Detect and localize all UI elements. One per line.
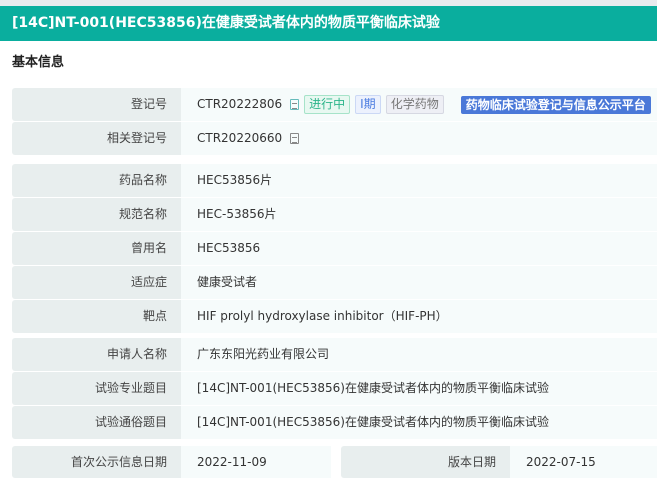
field-label: 规范名称 — [12, 198, 181, 231]
field-value: 2022-07-15 — [510, 446, 657, 478]
table-row: 药品名称 HEC53856片 — [12, 164, 657, 197]
table-row: 规范名称 HEC-53856片 — [12, 198, 657, 231]
field-value: HIF prolyl hydroxylase inhibitor（HIF-PH） — [181, 300, 657, 333]
registration-row: 登记号 CTR20222806 进行中 I期 化学药物 药物临床试验登记与信息公… — [12, 88, 657, 121]
table-row: 适应症 健康受试者 — [12, 266, 657, 299]
applicant-group: 申请人名称 广东东阳光药业有限公司 试验专业题目 [14C]NT-001(HEC53… — [12, 338, 657, 440]
phase-badge: I期 — [355, 95, 381, 114]
field-value: 广东东阳光药业有限公司 — [181, 338, 657, 371]
registration-number: CTR20222806 — [197, 97, 283, 111]
first-publish-date-row: 首次公示信息日期 2022-11-09 — [12, 446, 331, 478]
table-row: 试验专业题目 [14C]NT-001(HEC53856)在健康受试者体内的物质平衡… — [12, 372, 657, 405]
document-icon[interactable] — [290, 133, 300, 144]
document-icon[interactable] — [290, 99, 300, 110]
field-label: 申请人名称 — [12, 338, 181, 371]
version-date-row: 版本日期 2022-07-15 — [341, 446, 657, 478]
field-label: 药品名称 — [12, 164, 181, 197]
section-title: 基本信息 — [12, 55, 65, 70]
field-value: 2022-11-09 — [181, 446, 331, 478]
field-label: 试验专业题目 — [12, 372, 181, 405]
field-value: [14C]NT-001(HEC53856)在健康受试者体内的物质平衡临床试验 — [181, 406, 657, 439]
table-row: 试验通俗题目 [14C]NT-001(HEC53856)在健康受试者体内的物质平衡… — [12, 406, 657, 439]
table-row: 曾用名 HEC53856 — [12, 232, 657, 265]
table-row: 靶点 HIF prolyl hydroxylase inhibitor（HIF-P… — [12, 300, 657, 333]
table-row: 申请人名称 广东东阳光药业有限公司 — [12, 338, 657, 371]
field-value: 健康受试者 — [181, 266, 657, 299]
page-title: [14C]NT-001(HEC53856)在健康受试者体内的物质平衡临床试验 — [0, 6, 657, 41]
field-value: HEC53856 — [181, 232, 657, 265]
related-row: 相关登记号 CTR20220660 — [12, 122, 657, 155]
field-label: 适应症 — [12, 266, 181, 299]
field-label: 相关登记号 — [12, 122, 181, 155]
field-label: 版本日期 — [341, 446, 510, 478]
drug-type-badge: 化学药物 — [385, 95, 444, 114]
field-label: 登记号 — [12, 88, 181, 121]
field-label: 曾用名 — [12, 232, 181, 265]
status-badge: 进行中 — [304, 95, 351, 114]
platform-link[interactable]: 药物临床试验登记与信息公示平台 — [460, 95, 651, 114]
field-value: [14C]NT-001(HEC53856)在健康受试者体内的物质平衡临床试验 — [181, 372, 657, 405]
field-label: 试验通俗题目 — [12, 406, 181, 439]
field-value: HEC-53856片 — [181, 198, 657, 231]
field-label: 首次公示信息日期 — [12, 446, 181, 478]
drug-group: 药品名称 HEC53856片 规范名称 HEC-53856片 曾用名 HEC53856… — [12, 164, 657, 334]
field-label: 靶点 — [12, 300, 181, 333]
registration-group: 登记号 CTR20222806 进行中 I期 化学药物 药物临床试验登记与信息公… — [12, 88, 657, 156]
field-value: HEC53856片 — [181, 164, 657, 197]
related-number: CTR20220660 — [197, 131, 283, 145]
